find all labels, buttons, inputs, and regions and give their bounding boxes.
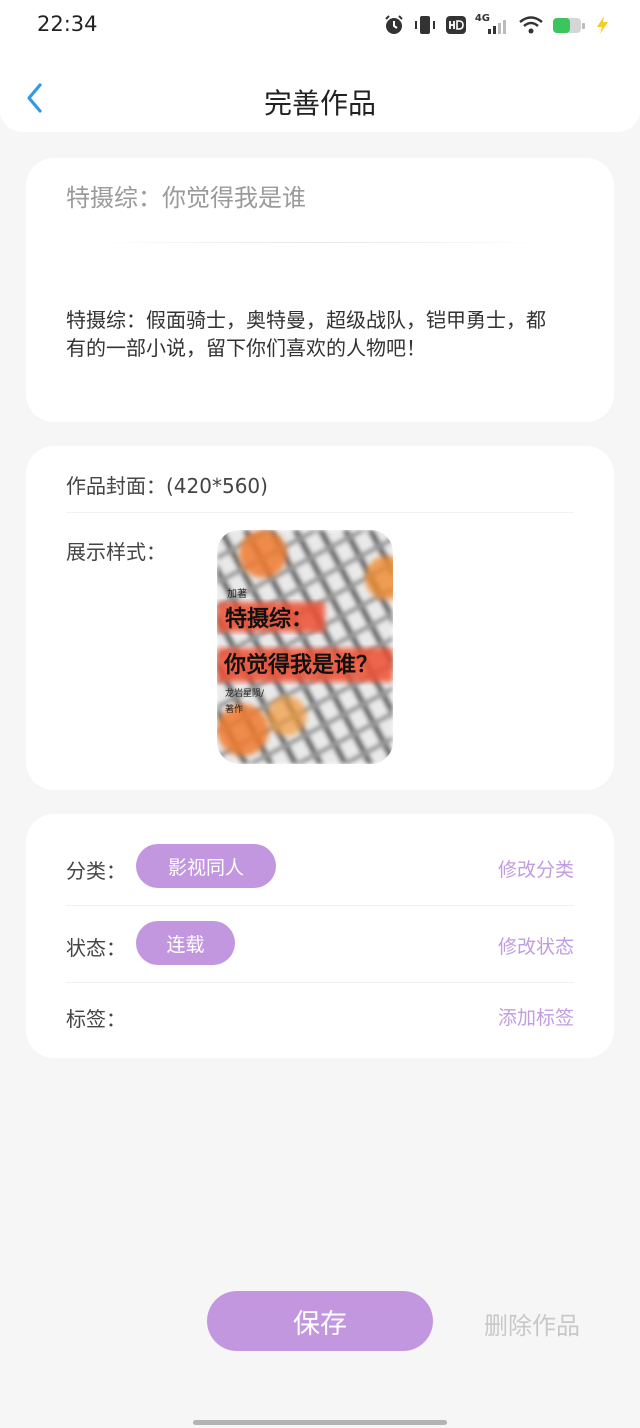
info-card: 特摄综：你觉得我是谁 特摄综：假面骑士，奥特曼，超级战队，铠甲勇士，都有的一部小…	[26, 158, 614, 422]
delete-work-button[interactable]: 删除作品	[484, 1306, 580, 1341]
save-button[interactable]: 保存	[207, 1291, 433, 1351]
cover-divider	[66, 512, 574, 513]
cover-author: 龙岩星陨/	[225, 687, 265, 699]
alarm-icon	[385, 15, 403, 34]
work-description[interactable]: 特摄综：假面骑士，奥特曼，超级战队，铠甲勇士，都有的一部小说，留下你们喜欢的人物…	[66, 306, 554, 362]
vibrate-icon	[414, 16, 435, 34]
category-chip: 影视同人	[136, 844, 276, 888]
add-tag-button[interactable]: 添加标签	[498, 1003, 574, 1030]
title-divider	[96, 242, 544, 243]
cover-size-label: 作品封面：(420*560)	[66, 474, 268, 498]
meta-card: 分类： 影视同人 修改分类 状态： 连载 修改状态 标签： 添加标签	[26, 814, 614, 1058]
battery-icon	[553, 18, 585, 33]
tags-label: 标签：	[66, 1007, 126, 1031]
cover-image[interactable]: 加著 特摄综： 你觉得我是谁？ 龙岩星陨/ 著作	[217, 530, 393, 764]
display-style-label: 展示样式：	[66, 540, 166, 564]
cover-title-line2: 你觉得我是谁？	[223, 652, 378, 678]
category-label: 分类：	[66, 859, 126, 883]
status-chip: 连载	[136, 921, 235, 965]
edit-category-button[interactable]: 修改分类	[498, 855, 574, 882]
status-label: 状态：	[66, 936, 126, 960]
wifi-icon	[519, 16, 543, 34]
status-bar: 22:34 4G	[0, 0, 640, 52]
cover-top-text: 加著	[227, 587, 247, 600]
cover-author-suffix: 著作	[225, 703, 243, 715]
meta-divider-2	[66, 982, 574, 983]
work-title[interactable]: 特摄综：你觉得我是谁	[66, 178, 306, 213]
home-indicator[interactable]	[193, 1420, 447, 1425]
network-type: 4G	[474, 12, 490, 24]
meta-divider-1	[66, 905, 574, 906]
cover-artwork: 加著 特摄综： 你觉得我是谁？ 龙岩星陨/ 著作	[217, 530, 393, 764]
status-icons: 4G	[383, 12, 610, 38]
hd-icon	[445, 16, 466, 34]
cover-card: 作品封面：(420*560) 展示样式： 加著 特摄综： 你觉得我是谁？ 龙岩星…	[26, 446, 614, 790]
edit-status-button[interactable]: 修改状态	[498, 932, 574, 959]
charging-icon	[597, 16, 608, 34]
top-header: 22:34 4G 完善作品	[0, 0, 640, 132]
page-title: 完善作品	[263, 87, 376, 120]
cover-title-line1: 特摄综：	[225, 606, 313, 632]
status-time: 22:34	[37, 12, 98, 36]
